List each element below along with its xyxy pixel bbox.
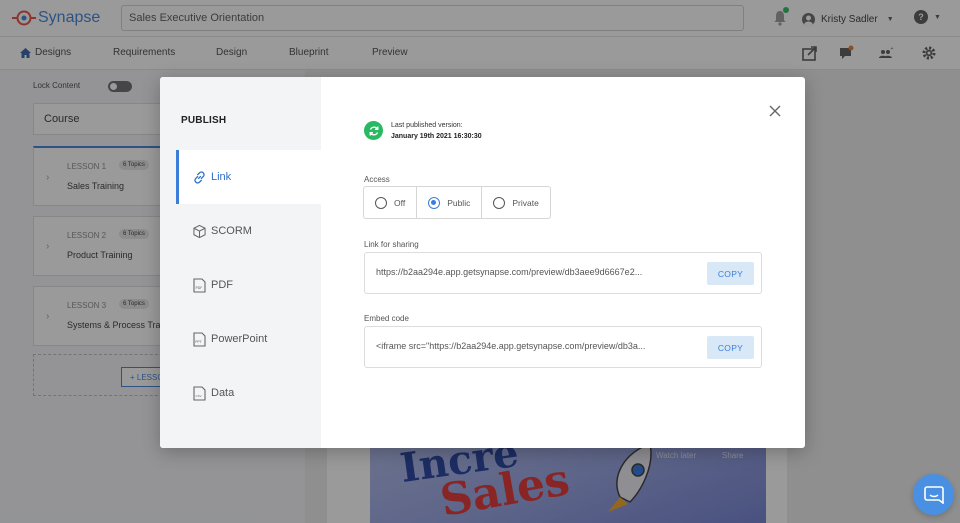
publish-sidebar: PUBLISH Link SCORM PDF PDF PPT PowerPoin… <box>160 77 321 448</box>
close-icon[interactable] <box>768 104 782 118</box>
embed-code-label: Embed code <box>364 314 409 323</box>
tab-data-label: Data <box>211 387 235 399</box>
access-label: Access <box>364 175 390 184</box>
publish-modal: PUBLISH Link SCORM PDF PDF PPT PowerPoin… <box>160 77 805 448</box>
link-icon <box>194 170 205 184</box>
access-radio-group: Off Public Private <box>363 186 551 219</box>
copy-link-button[interactable]: COPY <box>707 262 754 285</box>
radio-public[interactable] <box>428 196 441 209</box>
access-option-label: Off <box>394 197 406 208</box>
publish-status: Last published version: January 19th 202… <box>364 121 482 140</box>
access-option-public[interactable]: Public <box>417 187 483 218</box>
share-link-value[interactable]: https://b2aa294e.app.getsynapse.com/prev… <box>376 267 696 277</box>
last-published-datetime: January 19th 2021 16:30:30 <box>391 132 482 140</box>
embed-code-value[interactable]: <iframe src="https://b2aa294e.app.getsyn… <box>376 341 696 351</box>
access-option-private[interactable]: Private <box>482 187 549 218</box>
tab-powerpoint[interactable]: PPT PowerPoint <box>176 312 321 366</box>
sync-icon <box>364 121 383 140</box>
tab-powerpoint-label: PowerPoint <box>211 333 268 345</box>
chat-launcher[interactable] <box>913 474 954 515</box>
ppt-file-icon: PPT <box>193 331 206 347</box>
pdf-file-icon: PDF <box>193 277 206 293</box>
access-option-off[interactable]: Off <box>364 187 418 218</box>
access-option-label: Public <box>447 197 471 208</box>
data-file-icon: CSV <box>193 385 206 401</box>
chat-icon <box>923 485 944 504</box>
share-link-label: Link for sharing <box>364 240 419 249</box>
radio-private[interactable] <box>493 196 506 209</box>
copy-embed-button[interactable]: COPY <box>707 336 754 359</box>
embed-code-field: <iframe src="https://b2aa294e.app.getsyn… <box>364 326 762 368</box>
svg-text:PPT: PPT <box>195 340 202 344</box>
tab-pdf[interactable]: PDF PDF <box>176 258 321 312</box>
radio-off[interactable] <box>375 196 387 209</box>
access-option-label: Private <box>512 197 539 208</box>
tab-data[interactable]: CSV Data <box>176 366 321 420</box>
tab-pdf-label: PDF <box>211 279 233 291</box>
share-link-field: https://b2aa294e.app.getsynapse.com/prev… <box>364 252 762 294</box>
modal-title: PUBLISH <box>181 115 227 126</box>
tab-scorm-label: SCORM <box>211 225 252 237</box>
tab-link[interactable]: Link <box>176 150 321 204</box>
svg-text:PDF: PDF <box>196 286 203 290</box>
package-icon <box>193 224 206 238</box>
tab-scorm[interactable]: SCORM <box>176 204 321 258</box>
svg-text:CSV: CSV <box>196 394 203 398</box>
tab-link-label: Link <box>211 171 232 183</box>
last-published-label: Last published version: <box>391 121 463 129</box>
